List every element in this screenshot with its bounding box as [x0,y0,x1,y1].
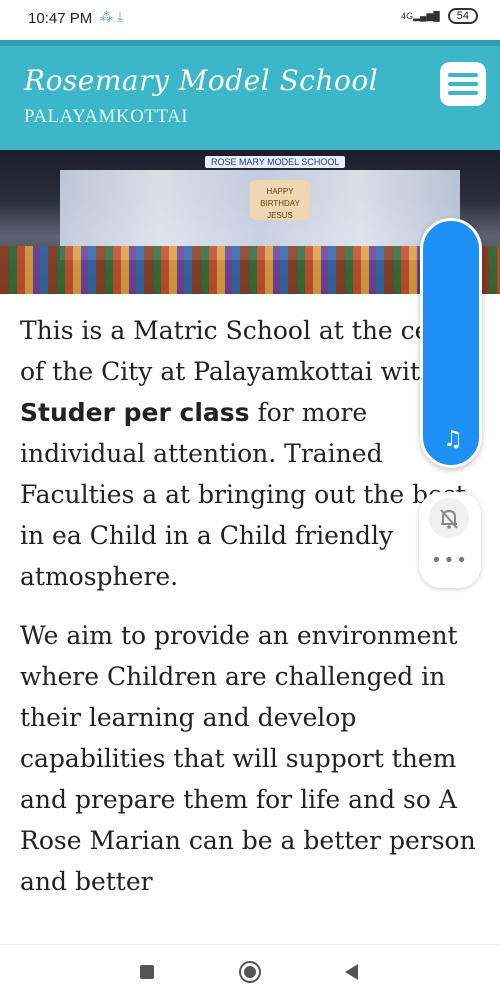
status-right: 4G▂▄▆█ 54 [401,8,478,24]
school-sign: ROSE MARY MODEL SCHOOL [205,156,346,168]
hamburger-menu-button[interactable] [440,62,486,106]
site-title[interactable]: Rosemary Model School [24,64,378,97]
menu-line [448,82,478,86]
floating-control-panel: ••• [419,492,481,588]
battery-icon: 54 [447,8,478,24]
system-nav-bar [0,944,500,1001]
menu-line [448,91,478,95]
signal-icon: 4G▂▄▆█ [401,10,440,21]
site-subtitle: PALAYAMKOTTAI [24,106,189,127]
bell-off-button[interactable] [429,498,469,538]
menu-line [448,73,478,77]
back-icon[interactable] [345,964,358,980]
music-note-icon[interactable]: ♫ [443,429,463,451]
network-type: 4G [401,10,414,21]
home-icon[interactable] [239,961,261,983]
birthday-sign: HAPPY BIRTHDAY JESUS [250,180,310,220]
floating-music-widget[interactable]: ♫ [420,218,482,468]
intro-text-start: This is a Matric School at the centre of… [20,316,483,386]
more-dots-icon[interactable]: ••• [419,550,481,571]
status-time: 10:47 PM [28,10,93,27]
bell-off-icon [440,509,458,529]
site-header: Rosemary Model School PALAYAMKOTTAI [0,40,500,150]
recents-icon[interactable] [140,965,154,979]
notification-icons: ⁂ ⤓ [100,10,123,25]
status-bar: 10:47 PM ⁂ ⤓ 4G▂▄▆█ 54 [0,0,500,40]
aim-paragraph: We aim to provide an environment where C… [20,621,476,896]
